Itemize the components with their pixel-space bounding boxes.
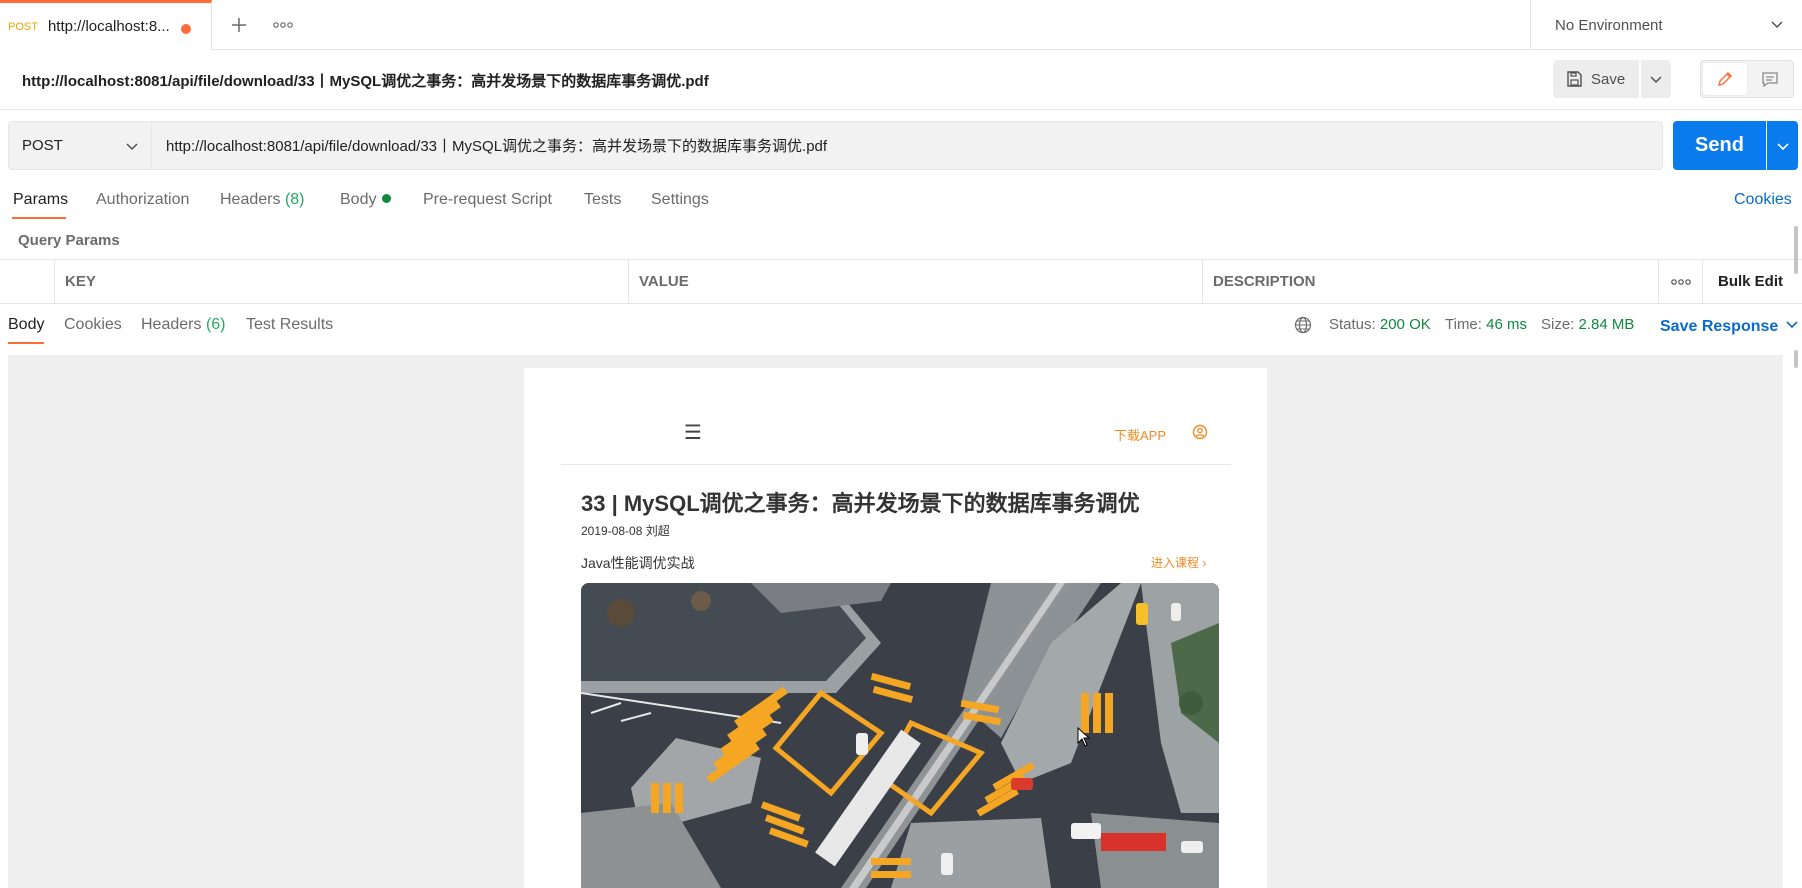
article-title: 33 | MySQL调优之事务：高并发场景下的数据库事务调优 [581, 491, 1140, 516]
chevron-down-icon [125, 139, 139, 157]
edit-mode-button[interactable] [1703, 63, 1747, 95]
response-tab-headers[interactable]: Headers (6) [141, 316, 226, 334]
bulk-edit-button[interactable]: Bulk Edit [1702, 260, 1798, 303]
mouse-cursor-icon [1077, 727, 1091, 747]
chevron-down-icon [1770, 17, 1784, 35]
request-tabs: Params Authorization Headers (8) Body Pr… [0, 185, 1802, 223]
method-select[interactable]: POST [8, 121, 152, 170]
method-label: POST [22, 137, 63, 154]
send-options-button[interactable] [1767, 121, 1798, 170]
pdf-page: ☰ 下载APP 33 | MySQL调优之事务：高并发场景下的数据库事务调优 2… [524, 368, 1267, 888]
chevron-down-icon [1776, 142, 1789, 150]
tab-headers[interactable]: Headers (8) [220, 191, 305, 209]
tab-authorization[interactable]: Authorization [96, 191, 189, 209]
scrollbar-thumb[interactable] [1794, 226, 1798, 274]
tab-tests[interactable]: Tests [584, 191, 621, 209]
query-params-label: Query Params [18, 232, 120, 249]
request-title-bar: http://localhost:8081/api/file/download/… [0, 50, 1802, 110]
unsaved-dot-icon [181, 24, 191, 34]
plus-icon[interactable] [226, 12, 252, 38]
response-tab-test-results[interactable]: Test Results [246, 316, 333, 334]
chevron-down-icon [1650, 76, 1662, 84]
more-horizontal-icon[interactable] [1658, 260, 1702, 303]
size-value: 2.84 MB [1578, 316, 1635, 333]
response-size: Size: 2.84 MB [1541, 316, 1634, 333]
params-select-column [0, 260, 54, 303]
tab-body-label: Body [340, 191, 377, 208]
time-value: 46 ms [1486, 316, 1527, 333]
response-preview[interactable]: ☰ 下载APP 33 | MySQL调优之事务：高并发场景下的数据库事务调优 2… [8, 355, 1783, 888]
pencil-icon [1718, 72, 1732, 86]
user-icon [1192, 424, 1208, 443]
tab-prerequest-script[interactable]: Pre-request Script [423, 191, 552, 209]
scrollbar-thumb[interactable] [1794, 350, 1798, 368]
comments-button[interactable] [1749, 63, 1791, 95]
cookies-link[interactable]: Cookies [1734, 191, 1792, 209]
response-headers-count: (6) [205, 316, 226, 333]
active-response-tab-indicator [8, 342, 44, 344]
time-label: Time: [1445, 316, 1482, 333]
save-button[interactable]: Save [1553, 60, 1639, 98]
comment-icon [1762, 72, 1778, 88]
status-label: Status: [1329, 316, 1376, 333]
tab-headers-label: Headers [220, 191, 281, 208]
article-meta: 2019-08-08 刘超 [581, 524, 670, 538]
tab-strip: POST http://localhost:8... No Environmen… [0, 0, 1802, 50]
body-indicator-dot [382, 194, 392, 203]
view-mode-toggle [1700, 60, 1794, 98]
chevron-down-icon [1786, 316, 1798, 334]
url-input[interactable] [152, 121, 1663, 170]
request-tab-title: http://localhost:8... [47, 18, 170, 35]
download-app-link: 下载APP [1114, 428, 1167, 443]
save-response-label: Save Response [1660, 318, 1779, 335]
headers-count: (8) [284, 191, 305, 208]
request-tab[interactable]: POST http://localhost:8... [0, 0, 212, 50]
save-label: Save [1591, 70, 1626, 88]
response-tab-body[interactable]: Body [8, 316, 44, 334]
response-headers-label: Headers [141, 316, 202, 333]
request-tab-method: POST [8, 20, 38, 33]
enter-course-link: 进入课程 › [1151, 556, 1207, 570]
environment-select[interactable]: No Environment [1530, 0, 1802, 50]
tab-body[interactable]: Body [340, 191, 392, 209]
save-icon [1567, 71, 1582, 87]
status-value: 200 OK [1379, 316, 1431, 333]
globe-icon[interactable] [1294, 316, 1312, 337]
header-divider [561, 464, 1231, 465]
save-response-button[interactable]: Save Response [1660, 316, 1798, 336]
environment-label: No Environment [1555, 16, 1663, 34]
response-tab-cookies[interactable]: Cookies [64, 316, 122, 334]
size-label: Size: [1541, 316, 1575, 333]
response-status: Status: 200 OK [1329, 316, 1431, 333]
response-bar: Body Cookies Headers (6) Test Results St… [0, 304, 1802, 346]
column-key: KEY [54, 260, 628, 303]
column-description: DESCRIPTION [1202, 260, 1658, 303]
active-tab-indicator [12, 217, 66, 219]
course-name: Java性能调优实战 [581, 555, 695, 571]
request-title[interactable]: http://localhost:8081/api/file/download/… [22, 70, 709, 91]
more-horizontal-icon[interactable] [268, 12, 298, 38]
tab-params[interactable]: Params [13, 191, 68, 209]
response-time: Time: 46 ms [1445, 316, 1527, 333]
save-options-button[interactable] [1641, 60, 1671, 98]
send-button[interactable]: Send [1673, 121, 1766, 170]
params-table-header: KEY VALUE DESCRIPTION Bulk Edit [0, 259, 1802, 304]
article-cover-image [581, 583, 1219, 888]
column-value: VALUE [628, 260, 1202, 303]
menu-icon: ☰ [684, 422, 702, 444]
tab-settings[interactable]: Settings [651, 191, 709, 209]
